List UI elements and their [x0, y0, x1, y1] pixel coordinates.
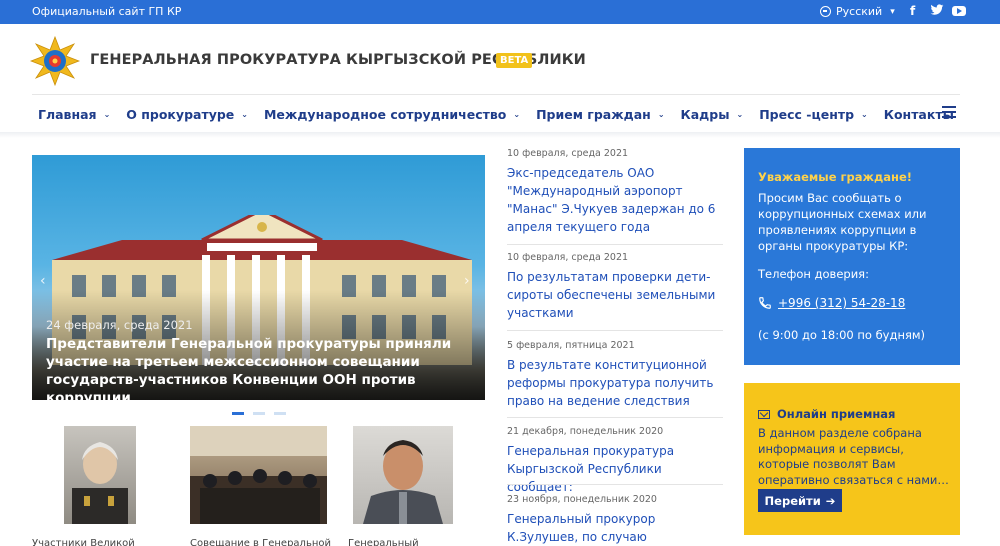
chevron-down-icon: ⌄ [736, 109, 744, 119]
news-title[interactable]: Генеральный прокурор К.Зулушев, по случа… [507, 510, 723, 546]
slider-dot[interactable] [253, 412, 265, 415]
language-selector[interactable]: Русский ▾ [820, 5, 895, 18]
slide-date: 24 февраля, среда 2021 [46, 318, 193, 332]
chevron-down-icon: ⌄ [241, 109, 248, 119]
divider [507, 417, 723, 418]
beta-badge: BETA [496, 53, 533, 68]
nav-label: Прием граждан [536, 106, 651, 122]
online-heading: Онлайн приемная [758, 407, 895, 421]
news-title[interactable]: Генеральная прокуратура Кыргызской Респу… [507, 442, 723, 496]
divider [507, 484, 723, 485]
appeal-heading: Уважаемые граждане! [758, 170, 912, 184]
go-button[interactable]: Перейти ➔ [758, 489, 842, 512]
news-date: 23 ноября, понедельник 2020 [507, 494, 657, 505]
phone-icon [759, 297, 771, 309]
news-title[interactable]: Экс-председатель ОАО "Международный аэро… [507, 164, 723, 236]
language-label: Русский [836, 5, 883, 18]
news-title[interactable]: По результатам проверки дети-сироты обес… [507, 268, 723, 322]
appeal-text: Просим Вас сообщать о коррупционных схем… [758, 191, 927, 253]
phone-link[interactable]: +996 (312) 54-28-18 [778, 296, 905, 310]
online-text: В данном разделе собрана информация и се… [758, 426, 949, 487]
divider [507, 244, 723, 245]
chevron-down-icon: ▾ [890, 6, 895, 17]
top-bar: Официальный сайт ГП КР Русский ▾ f [0, 0, 1000, 24]
nav-label: Пресс -центр [759, 106, 855, 122]
divider [32, 94, 960, 95]
list-item: 5 февраля, пятница 2021 В результате кон… [507, 340, 723, 410]
nav-item-about[interactable]: О прокуратуре ⌄ [126, 105, 248, 123]
arrow-right-icon: ➔ [825, 493, 836, 508]
hotline-hours: (с 9:00 до 18:00 по будням) [758, 328, 926, 342]
envelope-icon [758, 409, 770, 419]
nav-label: Кадры [680, 106, 730, 122]
news-title[interactable]: В результате конституционной реформы про… [507, 356, 723, 410]
divider [507, 330, 723, 331]
slide-title[interactable]: Представители Генеральной прокуратуры пр… [46, 335, 476, 400]
slider-dots [232, 412, 286, 415]
thumbnail-veteran[interactable] [64, 426, 136, 524]
nav-item-reception[interactable]: Прием граждан ⌄ [536, 105, 664, 123]
globe-icon [820, 6, 831, 17]
news-date: 5 февраля, пятница 2021 [507, 340, 635, 351]
nav-label: Международное сотрудничество [263, 106, 507, 122]
news-date: 10 февраля, среда 2021 [507, 252, 629, 263]
youtube-icon[interactable] [952, 6, 966, 16]
nav-item-international[interactable]: Международное сотрудничество ⌄ [264, 105, 520, 123]
chevron-down-icon: ⌄ [103, 109, 111, 119]
go-button-label: Перейти [764, 493, 821, 508]
logo-emblem[interactable] [30, 36, 80, 86]
facebook-icon[interactable]: f [910, 4, 915, 18]
list-item: 10 февраля, среда 2021 Экс-председатель … [507, 148, 723, 236]
thumbnail-meeting[interactable] [190, 426, 327, 524]
slider-dot[interactable] [232, 412, 244, 415]
hotline-phone[interactable]: +996 (312) 54-28-18 [758, 296, 905, 310]
anti-corruption-box: Уважаемые граждане! Просим Вас сообщать … [744, 148, 960, 365]
online-heading-label: Онлайн приемная [777, 407, 896, 421]
header-shadow [0, 132, 1000, 138]
news-date: 10 февраля, среда 2021 [507, 148, 629, 159]
site-label: Официальный сайт ГП КР [32, 5, 182, 18]
chevron-down-icon: ⌄ [513, 109, 521, 119]
menu-icon[interactable] [942, 106, 956, 118]
chevron-down-icon: ⌄ [657, 109, 665, 119]
hotline-label: Телефон доверия: [758, 267, 869, 281]
slider-dot[interactable] [274, 412, 286, 415]
chevron-left-icon[interactable]: ‹ [40, 273, 46, 289]
nav-item-press[interactable]: Пресс -центр ⌄ [759, 105, 868, 123]
nav-label: Главная [38, 106, 97, 122]
nav-item-careers[interactable]: Кадры ⌄ [681, 105, 744, 123]
thumbnail-prosecutor[interactable] [353, 426, 453, 524]
nav-item-home[interactable]: Главная ⌄ [38, 105, 110, 123]
thumbnail-caption[interactable]: Генеральный [348, 538, 419, 546]
list-item: 23 ноября, понедельник 2020 Генеральный … [507, 494, 723, 546]
chevron-right-icon[interactable]: › [464, 273, 470, 289]
thumbnail-caption[interactable]: Участники Великой [32, 538, 135, 546]
chevron-down-icon: ⌄ [861, 109, 868, 119]
list-item: 10 февраля, среда 2021 По результатам пр… [507, 252, 723, 322]
main-nav: Главная ⌄ О прокуратуре ⌄ Международное со… [38, 105, 970, 123]
list-item: 21 декабря, понедельник 2020 Генеральная… [507, 426, 723, 496]
online-reception-box: Онлайн приемная В данном разделе собрана… [744, 383, 960, 535]
thumbnail-caption[interactable]: Совещание в Генеральной [190, 538, 331, 546]
nav-label: О прокуратуре [126, 106, 235, 122]
twitter-icon[interactable] [930, 4, 944, 16]
news-slider[interactable]: ‹ › 24 февраля, среда 2021 Представители… [32, 155, 485, 400]
news-date: 21 декабря, понедельник 2020 [507, 426, 664, 437]
